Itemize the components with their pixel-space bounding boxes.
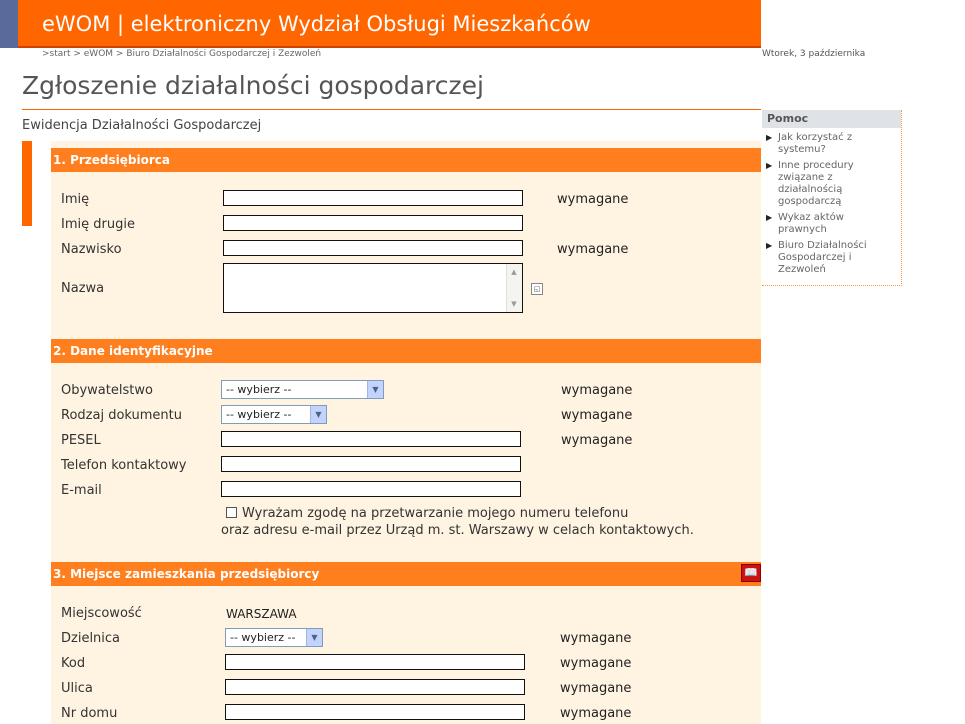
label-miejscowosc: Miejscowość bbox=[61, 606, 142, 621]
label-ulica: Ulica bbox=[61, 681, 93, 696]
label-dzielnica: Dzielnica bbox=[61, 631, 121, 646]
current-date: Wtorek, 3 października bbox=[762, 49, 866, 59]
triangle-bullet-icon: ▶ bbox=[766, 161, 773, 170]
resize-icon[interactable]: ◱ bbox=[531, 283, 543, 295]
section-header-miejsce-zamieszkania: 3. Miejsce zamieszkania przedsiębiorcy bbox=[51, 562, 761, 586]
label-telefon: Telefon kontaktowy bbox=[61, 458, 187, 473]
label-rodzaj-dokumentu: Rodzaj dokumentu bbox=[61, 408, 182, 423]
nazwisko-input[interactable] bbox=[223, 240, 523, 256]
ulica-input[interactable] bbox=[225, 679, 525, 695]
required-rodzaj-dokumentu: wymagane bbox=[561, 408, 633, 423]
app-title: eWOM | elektroniczny Wydział Obsługi Mie… bbox=[42, 12, 591, 36]
section-accent-bar bbox=[22, 141, 32, 226]
imie-drugie-input[interactable] bbox=[223, 215, 523, 231]
consent-checkbox[interactable] bbox=[226, 507, 237, 518]
kod-input[interactable] bbox=[225, 654, 525, 670]
book-icon[interactable]: 📖 bbox=[741, 564, 761, 582]
miejscowosc-value: WARSZAWA bbox=[226, 607, 297, 621]
required-obywatelstwo: wymagane bbox=[561, 383, 633, 398]
label-obywatelstwo: Obywatelstwo bbox=[61, 383, 153, 398]
help-link-text[interactable]: Wykaz aktów prawnych bbox=[778, 212, 890, 236]
label-kod: Kod bbox=[61, 656, 86, 671]
help-panel: Pomoc ▶ Jak korzystać z systemu? ▶ Inne … bbox=[762, 110, 902, 286]
required-ulica: wymagane bbox=[560, 681, 632, 696]
page-subtitle: Ewidencja Działalności Gospodarczej bbox=[22, 118, 262, 133]
help-title: Pomoc bbox=[762, 110, 901, 128]
breadcrumb[interactable]: >start > eWOM > Biuro Działalności Gospo… bbox=[42, 49, 321, 59]
email-input[interactable] bbox=[221, 481, 521, 497]
chevron-down-icon[interactable]: ▼ bbox=[310, 406, 326, 423]
triangle-bullet-icon: ▶ bbox=[766, 213, 773, 222]
obywatelstwo-select[interactable]: -- wybierz -- ▼ bbox=[221, 380, 384, 399]
section-header-dane-identyfikacyjne: 2. Dane identyfikacyjne bbox=[51, 339, 761, 363]
section-header-przedsiebiorca: 1. Przedsiębiorca bbox=[51, 148, 761, 172]
left-strip bbox=[0, 0, 18, 48]
label-nr-domu: Nr domu bbox=[61, 706, 118, 721]
title-divider bbox=[22, 109, 761, 110]
nr-domu-input[interactable] bbox=[225, 704, 525, 720]
scroll-up-icon[interactable]: ▲ bbox=[509, 267, 519, 277]
required-nazwisko: wymagane bbox=[557, 242, 629, 257]
nazwa-scrollbar[interactable]: ▲ ▼ bbox=[506, 264, 522, 312]
pesel-input[interactable] bbox=[221, 431, 521, 447]
required-kod: wymagane bbox=[560, 656, 632, 671]
triangle-bullet-icon: ▶ bbox=[766, 133, 773, 142]
label-nazwa: Nazwa bbox=[61, 281, 105, 296]
triangle-bullet-icon: ▶ bbox=[766, 241, 773, 250]
dzielnica-selected: -- wybierz -- bbox=[230, 631, 296, 644]
help-link-text[interactable]: Biuro Działalności Gospodarczej i Zezwol… bbox=[778, 240, 890, 276]
required-imie: wymagane bbox=[557, 192, 629, 207]
scroll-down-icon[interactable]: ▼ bbox=[509, 299, 519, 309]
rodzaj-dokumentu-select[interactable]: -- wybierz -- ▼ bbox=[221, 405, 327, 424]
help-link-text[interactable]: Jak korzystać z systemu? bbox=[778, 132, 890, 156]
required-pesel: wymagane bbox=[561, 433, 633, 448]
label-imie: Imię bbox=[61, 192, 90, 207]
consent-text-line1: Wyrażam zgodę na przetwarzanie mojego nu… bbox=[242, 506, 629, 521]
required-dzielnica: wymagane bbox=[560, 631, 632, 646]
imie-input[interactable] bbox=[223, 190, 523, 206]
help-link-text[interactable]: Inne procedury związane z działalnością … bbox=[778, 160, 890, 208]
obywatelstwo-selected: -- wybierz -- bbox=[226, 383, 292, 396]
header-banner: eWOM | elektroniczny Wydział Obsługi Mie… bbox=[18, 0, 761, 48]
dzielnica-select[interactable]: -- wybierz -- ▼ bbox=[225, 628, 323, 647]
nazwa-textarea[interactable]: ▲ ▼ bbox=[223, 263, 523, 313]
label-pesel: PESEL bbox=[61, 433, 101, 448]
label-imie-drugie: Imię drugie bbox=[61, 217, 135, 232]
label-nazwisko: Nazwisko bbox=[61, 242, 122, 257]
consent-text-line2: oraz adresu e-mail przez Urząd m. st. Wa… bbox=[221, 523, 694, 538]
required-nr-domu: wymagane bbox=[560, 706, 632, 721]
page-title: Zgłoszenie działalności gospodarczej bbox=[22, 71, 484, 100]
telefon-input[interactable] bbox=[221, 456, 521, 472]
rodzaj-dokumentu-selected: -- wybierz -- bbox=[226, 408, 292, 421]
chevron-down-icon[interactable]: ▼ bbox=[306, 629, 322, 646]
label-email: E-mail bbox=[61, 483, 102, 498]
chevron-down-icon[interactable]: ▼ bbox=[367, 381, 383, 398]
